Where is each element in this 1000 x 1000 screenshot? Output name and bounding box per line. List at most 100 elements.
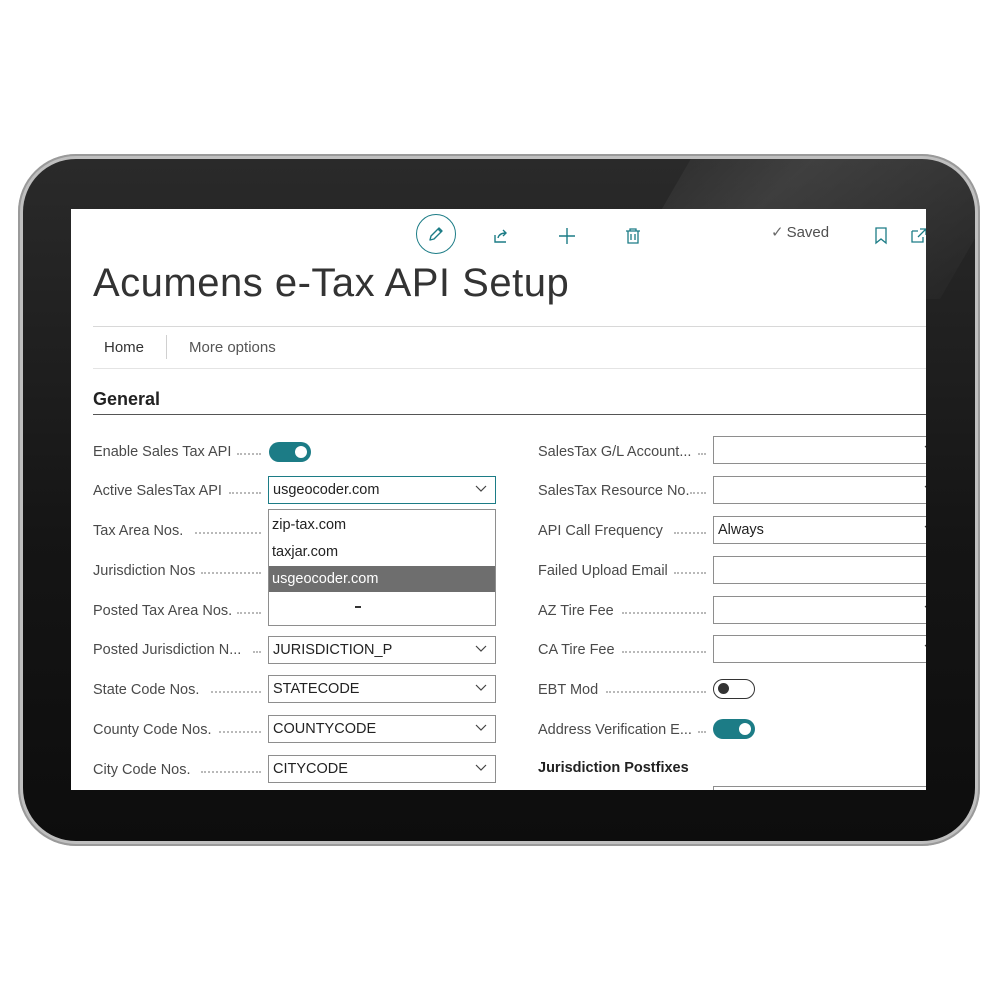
posted-jurisdiction-nos-value: JURISDICTION_P [273, 642, 393, 658]
label-dots [622, 651, 706, 655]
chevron-down-icon [924, 445, 926, 448]
api-call-frequency-value: Always [718, 522, 764, 538]
label-salestax-resource-no: SalesTax Resource No. [538, 483, 690, 499]
pencil-icon [429, 227, 443, 241]
label-failed-upload-email: Failed Upload Email [538, 563, 668, 579]
option-label: zip-tax.com [272, 517, 347, 533]
ca-tire-fee-select[interactable] [713, 635, 926, 663]
chevron-down-icon [924, 644, 926, 647]
city-code-nos-select[interactable]: CITYCODE [268, 755, 496, 783]
label-county-code-nos: County Code Nos. [93, 722, 212, 738]
nav-more-options[interactable]: More options [189, 339, 276, 356]
edit-button[interactable] [416, 214, 456, 254]
city-code-nos-value: CITYCODE [273, 761, 348, 777]
dropdown-option[interactable]: zip-tax.com [269, 512, 495, 538]
label-dots [237, 453, 261, 457]
active-salestax-api-dropdown: zip-tax.com taxjar.com usgeocoder.com [268, 509, 496, 626]
label-address-verification: Address Verification E... [538, 722, 692, 738]
label-ebt-mod: EBT Mod [538, 682, 599, 698]
dropdown-option[interactable]: taxjar.com [269, 539, 495, 565]
enable-sales-tax-api-toggle[interactable] [269, 442, 311, 462]
county-code-nos-value: COUNTYCODE [273, 721, 377, 737]
saved-label: Saved [786, 223, 830, 241]
label-tax-area-nos: Tax Area Nos. [93, 523, 184, 539]
chevron-down-icon [475, 645, 487, 652]
label-dots [237, 612, 261, 616]
jurisdiction-postfix-field[interactable] [713, 786, 926, 790]
app-screen: ✓ Saved Acumens e-Tax API Setup Home Mor… [71, 209, 926, 790]
section-divider [93, 414, 926, 415]
chevron-down-icon [475, 485, 487, 492]
open-in-new-icon [911, 228, 926, 243]
chevron-down-icon [924, 605, 926, 608]
label-api-call-frequency: API Call Frequency [538, 523, 663, 539]
label-az-tire-fee: AZ Tire Fee [538, 603, 614, 619]
label-dots [690, 492, 706, 496]
label-dots [195, 532, 261, 536]
chevron-down-icon [924, 485, 926, 488]
label-posted-tax-area-nos: Posted Tax Area Nos. [93, 603, 233, 619]
label-dots [219, 731, 261, 735]
plus-icon [559, 228, 575, 244]
label-dots [674, 572, 706, 576]
label-dots [698, 731, 706, 735]
label-dots [622, 612, 706, 616]
label-city-code-nos: City Code Nos. [93, 762, 191, 778]
new-button[interactable] [548, 217, 586, 255]
chevron-down-icon [475, 764, 487, 771]
label-posted-jurisdiction-nos: Posted Jurisdiction N... [93, 642, 242, 658]
county-code-nos-select[interactable]: COUNTYCODE [268, 715, 496, 743]
label-dots [698, 453, 706, 457]
failed-upload-email-input[interactable] [713, 556, 926, 584]
subsection-jurisdiction-postfixes: Jurisdiction Postfixes [538, 760, 689, 776]
address-verification-toggle[interactable] [713, 719, 755, 739]
az-tire-fee-select[interactable] [713, 596, 926, 624]
label-dots [674, 532, 706, 536]
text-cursor [355, 606, 361, 608]
open-in-new-button[interactable] [900, 217, 926, 255]
active-salestax-api-value: usgeocoder.com [273, 482, 380, 498]
toggle-knob [718, 683, 729, 694]
chevron-down-icon [475, 684, 487, 691]
delete-button[interactable] [614, 217, 652, 255]
label-dots [201, 572, 261, 576]
option-label: usgeocoder.com [272, 571, 379, 587]
api-call-frequency-select[interactable]: Always [713, 516, 926, 544]
salestax-resource-no-select[interactable] [713, 476, 926, 504]
nav-home[interactable]: Home [104, 339, 144, 356]
chevron-down-icon [924, 525, 926, 528]
share-button[interactable] [482, 217, 520, 255]
label-ca-tire-fee: CA Tire Fee [538, 642, 615, 658]
posted-jurisdiction-nos-select[interactable]: JURISDICTION_P [268, 636, 496, 664]
toggle-knob [739, 723, 751, 735]
label-jurisdiction-nos: Jurisdiction Nos [93, 563, 196, 579]
saved-status: ✓ Saved [771, 223, 830, 242]
share-icon [494, 229, 507, 243]
label-state-code-nos: State Code Nos. [93, 682, 200, 698]
label-dots [201, 771, 261, 775]
check-icon: ✓ [771, 224, 784, 241]
section-title-general: General [93, 389, 161, 409]
label-dots [606, 691, 706, 695]
trash-icon [626, 228, 640, 244]
label-dots [229, 492, 261, 496]
active-salestax-api-select[interactable]: usgeocoder.com [268, 476, 496, 504]
nav-divider [166, 335, 167, 359]
bookmark-button[interactable] [862, 217, 900, 255]
label-active-salestax-api: Active SalesTax API [93, 483, 222, 499]
state-code-nos-value: STATECODE [273, 681, 360, 697]
action-toolbar: ✓ Saved [71, 209, 926, 257]
ebt-mod-toggle[interactable] [713, 679, 755, 699]
page-title: Acumens e-Tax API Setup [93, 261, 570, 305]
option-label: taxjar.com [272, 544, 339, 560]
salestax-gl-account-select[interactable] [713, 436, 926, 464]
label-salestax-gl-account: SalesTax G/L Account... [538, 444, 692, 460]
state-code-nos-select[interactable]: STATECODE [268, 675, 496, 703]
chevron-down-icon [475, 724, 487, 731]
label-dots [211, 691, 261, 695]
toggle-knob [295, 446, 307, 458]
action-nav-bar: Home More options [93, 326, 926, 369]
label-dots [253, 651, 261, 655]
bookmark-icon [875, 227, 887, 245]
dropdown-option-selected[interactable]: usgeocoder.com [269, 566, 495, 592]
